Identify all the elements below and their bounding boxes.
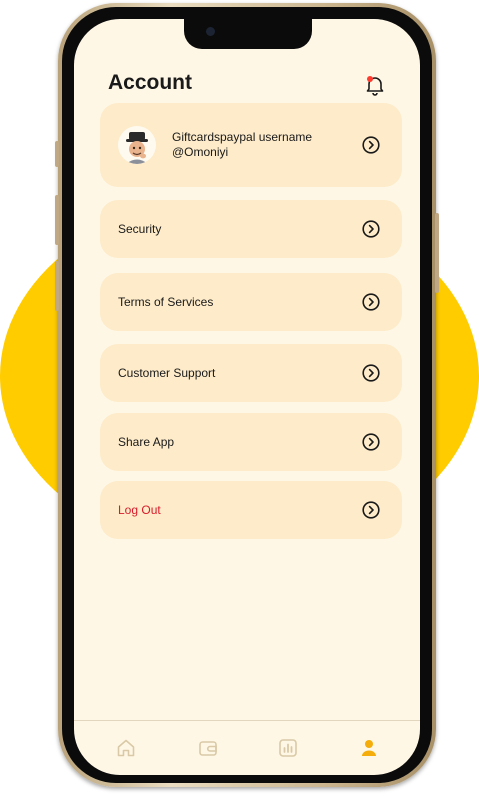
- menu-item-label: Customer Support: [118, 366, 216, 380]
- menu-item-customer-support[interactable]: Customer Support: [100, 344, 402, 402]
- menu-item-security[interactable]: Security: [100, 200, 402, 258]
- notification-dot: [367, 76, 373, 82]
- menu-item-label: Share App: [118, 435, 175, 449]
- profile-username: Giftcardspaypal username: [172, 130, 313, 144]
- profile-handle: @Omoniyi: [172, 145, 229, 159]
- chart-icon: [278, 738, 298, 763]
- profile-card[interactable]: Giftcardspaypal username @Omoniyi: [100, 103, 402, 187]
- chevron-right-circle-icon: [362, 220, 380, 238]
- phone-bezel: Account Giftcardspaypal username @Omoniy…: [62, 7, 432, 783]
- user-icon: [359, 738, 379, 763]
- menu-item-share-app[interactable]: Share App: [100, 413, 402, 471]
- avatar: [118, 126, 156, 164]
- power-button: [435, 213, 439, 293]
- nav-wallet-button[interactable]: [197, 739, 219, 761]
- wallet-icon: [198, 738, 218, 763]
- volume-down-button: [55, 261, 59, 311]
- nav-account-button[interactable]: [358, 739, 380, 761]
- profile-info: Giftcardspaypal username @Omoniyi: [172, 130, 362, 160]
- chevron-right-circle-icon: [362, 501, 380, 519]
- phone-frame: Account Giftcardspaypal username @Omoniy…: [55, 3, 439, 787]
- menu-item-label: Security: [118, 222, 162, 236]
- phone-screen: Account Giftcardspaypal username @Omoniy…: [74, 19, 420, 775]
- volume-up-button: [55, 195, 59, 245]
- menu-item-log-out[interactable]: Log Out: [100, 481, 402, 539]
- chevron-right-circle-icon: [362, 293, 380, 311]
- bottom-navigation: [74, 720, 420, 775]
- menu-item-label: Terms of Services: [118, 295, 214, 309]
- chevron-right-circle-icon: [362, 136, 380, 154]
- chevron-right-circle-icon: [362, 433, 380, 451]
- notification-button[interactable]: [364, 75, 386, 99]
- menu-item-terms[interactable]: Terms of Services: [100, 273, 402, 331]
- page-title: Account: [108, 71, 192, 94]
- nav-stats-button[interactable]: [277, 738, 299, 763]
- front-camera: [206, 27, 215, 36]
- menu-item-label: Log Out: [118, 503, 161, 517]
- chevron-right-circle-icon: [362, 364, 380, 382]
- notch: [184, 19, 312, 49]
- home-icon: [116, 738, 136, 763]
- nav-home-button[interactable]: [115, 739, 137, 761]
- mute-switch: [55, 141, 59, 167]
